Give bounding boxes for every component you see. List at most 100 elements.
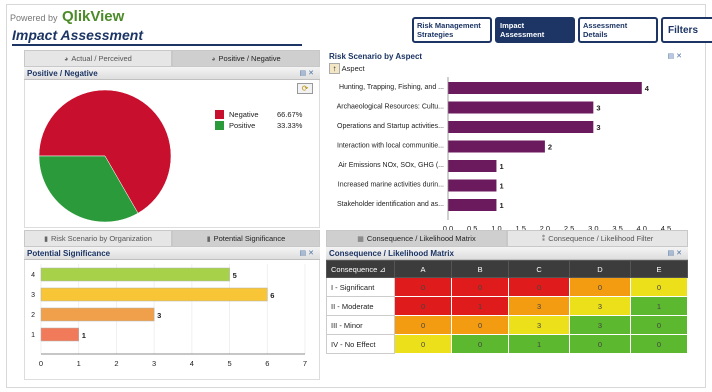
excel-icon[interactable]: ✕ [308, 250, 316, 257]
aspect-label: Aspect [341, 64, 365, 73]
aspect-category-label[interactable]: Air Emissions NOx, SOx, GHG (... [338, 162, 444, 169]
column-b-header[interactable]: B [451, 260, 510, 278]
matrix-row: II - Moderate 0 1 3 3 1 [326, 296, 689, 316]
tab-consequence-likelihood-matrix[interactable]: ▦ Consequence / Likelihood Matrix [326, 230, 507, 247]
cycle-chart-icon[interactable]: ⟳ [297, 83, 313, 94]
aspect-bar-value: 1 [499, 182, 503, 191]
tab-positive-negative[interactable]: ◕ Positive / Negative [172, 50, 320, 67]
positive-negative-panel: ◕ Actual / Perceived ◕ Positive / Negative… [24, 50, 320, 228]
significance-bar[interactable] [40, 287, 268, 302]
column-a-header[interactable]: A [393, 260, 453, 278]
aspect-bar[interactable] [448, 160, 497, 172]
print-icon[interactable]: ▤ [300, 70, 309, 77]
significance-bar[interactable] [40, 267, 230, 282]
pie-chart [38, 89, 172, 223]
sheet-navigation: Risk Management Strategies Impact Assess… [412, 17, 712, 43]
matrix-row: IV - No Effect 0 0 1 0 0 [326, 334, 689, 354]
aspect-bar[interactable] [448, 82, 642, 94]
significance-bar-value: 6 [270, 291, 274, 300]
significance-category-label: 4 [31, 272, 35, 279]
aspect-bar-value: 1 [499, 162, 503, 171]
matrix-cell[interactable]: 0 [569, 277, 631, 297]
page-title: Impact Assessment [12, 27, 143, 43]
matrix-cell[interactable]: 1 [451, 296, 510, 316]
significance-category-label: 2 [31, 312, 35, 319]
print-icon[interactable]: ▤ [668, 53, 677, 60]
significance-bar[interactable] [40, 327, 79, 342]
excel-icon[interactable]: ✕ [676, 250, 684, 257]
aspect-bar-value: 1 [499, 201, 503, 210]
matrix-row: I - Significant 0 0 0 0 0 [326, 277, 689, 297]
tab-impact-assessment[interactable]: Impact Assessment [495, 17, 575, 43]
matrix-cell[interactable]: 0 [451, 315, 510, 335]
aspect-category-label[interactable]: Stakeholder identification and as... [337, 201, 444, 208]
matrix-row-label[interactable]: III - Minor [326, 315, 395, 335]
sort-icon[interactable]: ⊿ [379, 265, 385, 274]
positive-swatch [215, 121, 224, 130]
matrix-cell[interactable]: 0 [629, 334, 689, 354]
matrix-cell[interactable]: 1 [508, 334, 570, 354]
aspect-bar[interactable] [448, 140, 545, 153]
aspect-dimension-label[interactable]: ↑ Aspect [326, 63, 688, 75]
tab-actual-perceived-label: Actual / Perceived [71, 54, 132, 63]
matrix-cell[interactable]: 3 [569, 296, 631, 316]
significance-category-label: 3 [31, 292, 35, 299]
print-icon[interactable]: ▤ [300, 250, 309, 257]
aspect-bar[interactable] [448, 101, 594, 114]
aspect-bar[interactable] [448, 199, 497, 211]
tab-risk-scenario-by-organization[interactable]: ▮ Risk Scenario by Organization [24, 230, 172, 247]
aspect-category-label[interactable]: Interaction with local communitie... [337, 143, 444, 150]
matrix-row-label[interactable]: IV - No Effect [326, 334, 395, 354]
potential-significance-title: Potential Significance [27, 249, 111, 258]
tab-assessment-details[interactable]: Assessment Details [578, 17, 658, 43]
excel-icon[interactable]: ✕ [308, 70, 316, 77]
aspect-bar-value: 2 [548, 143, 552, 152]
matrix-cell[interactable]: 0 [393, 315, 453, 335]
up-arrow-icon[interactable]: ↑ [329, 63, 340, 74]
matrix-cell[interactable]: 3 [569, 315, 631, 335]
matrix-cell[interactable]: 0 [393, 277, 453, 297]
significance-bar[interactable] [40, 307, 155, 322]
matrix-cell[interactable]: 0 [451, 334, 510, 354]
matrix-cell[interactable]: 3 [508, 296, 570, 316]
aspect-bar[interactable] [448, 121, 594, 133]
tab-potential-significance[interactable]: ▮ Potential Significance [172, 230, 320, 247]
matrix-cell[interactable]: 0 [451, 277, 510, 297]
tab-actual-perceived[interactable]: ◕ Actual / Perceived [24, 50, 172, 67]
matrix-row: III - Minor 0 0 3 3 0 [326, 315, 689, 335]
tab-filter-label: Consequence / Likelihood Filter [548, 234, 654, 243]
excel-icon[interactable]: ✕ [676, 53, 684, 60]
matrix-row-label[interactable]: I - Significant [326, 277, 395, 297]
legend-negative-label: Negative [229, 110, 259, 119]
column-d-header[interactable]: D [569, 260, 631, 278]
consequence-header[interactable]: Consequence ⊿ [326, 260, 395, 278]
aspect-category-label[interactable]: Archaeological Resources: Cultu... [337, 104, 444, 111]
aspect-category-label[interactable]: Increased marine activities durin... [338, 182, 444, 189]
significance-bar-value: 3 [157, 311, 161, 320]
matrix-cell[interactable]: 0 [393, 296, 453, 316]
matrix-cell[interactable]: 0 [569, 334, 631, 354]
aspect-category-label[interactable]: Hunting, Trapping, Fishing, and ... [339, 84, 444, 91]
column-c-header[interactable]: C [508, 260, 570, 278]
print-icon[interactable]: ▤ [668, 250, 677, 257]
tab-risk-management-strategies[interactable]: Risk Management Strategies [412, 17, 492, 43]
significance-x-tick: 3 [152, 359, 156, 368]
matrix-cell[interactable]: 0 [508, 277, 570, 297]
matrix-cell[interactable]: 1 [629, 296, 689, 316]
significance-x-tick: 2 [114, 359, 118, 368]
significance-x-tick: 6 [265, 359, 269, 368]
aspect-category-label[interactable]: Operations and Startup activities... [337, 123, 444, 130]
risk-by-aspect-panel: Risk Scenario by Aspect ▤✕ ↑ Aspect Hunt… [326, 50, 688, 242]
tab-consequence-likelihood-filter[interactable]: ⁑ Consequence / Likelihood Filter [507, 230, 688, 247]
aspect-bar[interactable] [448, 179, 497, 192]
matrix-cell[interactable]: 0 [629, 277, 689, 297]
matrix-cell[interactable]: 3 [508, 315, 570, 335]
tab-filters[interactable]: Filters [661, 17, 712, 43]
risk-by-aspect-title: Risk Scenario by Aspect [329, 52, 423, 61]
positive-negative-title: Positive / Negative [27, 69, 98, 78]
column-e-header[interactable]: E [629, 260, 689, 278]
matrix-cell[interactable]: 0 [393, 334, 453, 354]
matrix-row-label[interactable]: II - Moderate [326, 296, 395, 316]
tab-positive-negative-label: Positive / Negative [218, 54, 281, 63]
matrix-cell[interactable]: 0 [629, 315, 689, 335]
